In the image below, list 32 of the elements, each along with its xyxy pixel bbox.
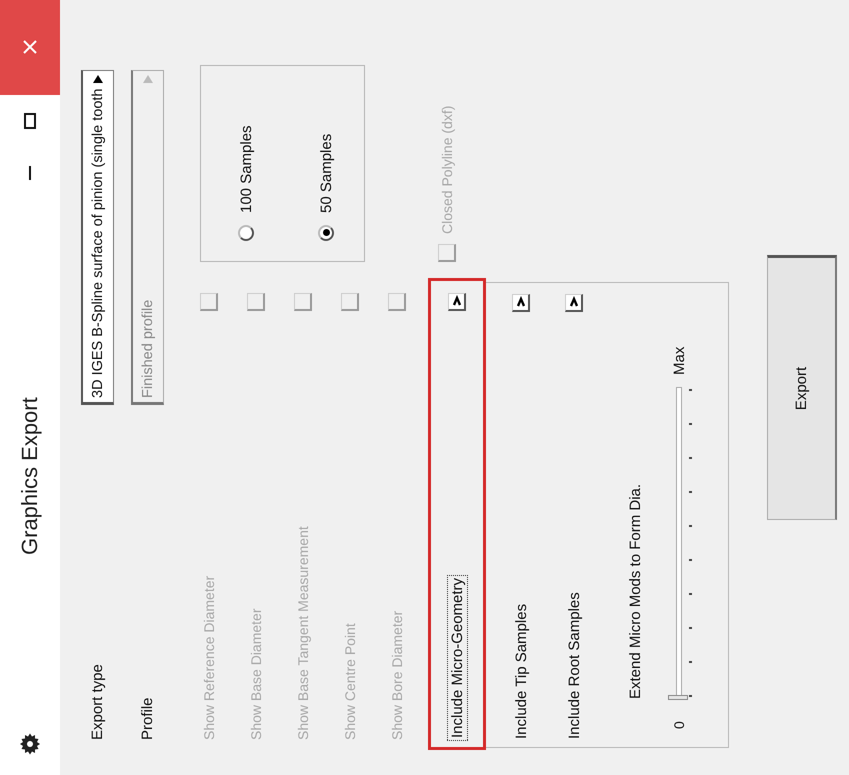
radio-button[interactable] (318, 225, 334, 241)
minimize-icon (29, 166, 31, 180)
export-type-dropdown[interactable]: 3D IGES B-Spline surface of pinion (single tooth (81, 70, 114, 405)
checkbox[interactable] (448, 293, 466, 311)
slider-max-label: Max (670, 346, 688, 375)
checkbox-label: Show Base Tangent Measurement (294, 526, 310, 740)
checkbox-label: Include Tip Samples (512, 604, 530, 739)
checkbox-label: Show Reference Diameter (200, 576, 216, 740)
gear-icon (19, 733, 41, 755)
checkbox-label: Show Bore Diameter (388, 610, 404, 740)
export-button[interactable]: Export (767, 255, 837, 520)
radio-label: 50 Samples (318, 134, 334, 213)
field-label: Export type (89, 663, 106, 740)
checkbox-label: Include Root Samples (566, 592, 582, 739)
slider-min-label: 0 (671, 720, 687, 731)
checkbox[interactable] (512, 294, 530, 312)
check-icon (568, 296, 578, 308)
maximize-icon (24, 113, 36, 129)
close-icon (23, 40, 37, 54)
checkbox-label: Show Base Diameter (248, 608, 264, 740)
checkbox-label: Closed Polyline (dxf) (439, 106, 455, 234)
checkbox-label: Include Micro-Geometry (448, 576, 466, 740)
check-icon (516, 296, 526, 308)
check-icon (452, 296, 462, 308)
slider-label: Extend Micro Mods to Form Dia. (626, 482, 645, 699)
radio-button[interactable] (238, 225, 254, 241)
checkbox-label: Show Centre Point (342, 623, 358, 740)
checkbox[interactable] (565, 294, 583, 312)
window-title: Graphics Export (17, 397, 43, 555)
radio-label: 100 Samples (238, 125, 254, 213)
field-label: Profile (139, 696, 156, 740)
slider-thumb[interactable] (668, 695, 688, 700)
